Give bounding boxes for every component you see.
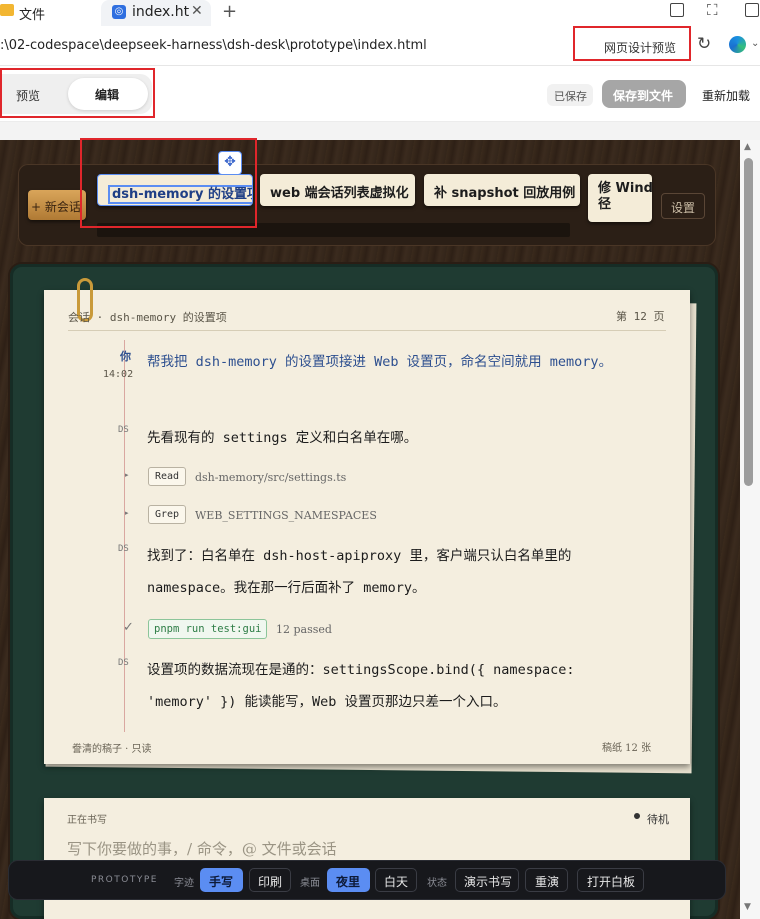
fullscreen-icon[interactable]: ⛶ [707, 1, 718, 19]
session-tab[interactable]: web 端会话列表虚拟化 [260, 174, 415, 206]
chevron-down-icon[interactable]: ⌄ [751, 38, 759, 49]
tool-read-arg: dsh-memory/src/settings.ts [195, 471, 347, 484]
session-tab[interactable]: 修 Windo 径 [588, 174, 652, 222]
save-to-file-label: 保存到文件 [613, 89, 674, 103]
folder-icon [0, 4, 14, 16]
header-rule [68, 330, 666, 331]
button-label: 打开白板 [587, 875, 636, 889]
author-ds: DS [118, 658, 129, 668]
new-tab-icon[interactable]: + [222, 1, 237, 22]
button-label: 重演 [535, 875, 560, 889]
session-tab-label: 修 Windo 径 [598, 181, 652, 212]
desk-option-night[interactable]: 夜里 [327, 868, 370, 892]
status-dot-icon [634, 813, 640, 819]
state-label: 状态 [427, 878, 447, 889]
new-session-label: + 新会话 [31, 200, 81, 214]
page-header-title: 会话 · dsh-memory 的设置项 [68, 311, 227, 324]
annotation-box [0, 68, 155, 118]
option-label: 手写 [209, 875, 234, 889]
option-label: 白天 [384, 875, 409, 889]
settings-label: 设置 [671, 201, 696, 215]
check-icon: ✓ [123, 620, 134, 635]
session-tab[interactable]: 补 snapshot 回放用例 [424, 174, 580, 206]
split-view-icon[interactable] [670, 3, 684, 17]
tool-grep-chip: Grep [148, 505, 187, 524]
chevron-right-icon[interactable]: ▸ [125, 471, 129, 479]
sidebar-toggle-icon[interactable] [745, 3, 759, 17]
page-number: 第 12 页 [616, 310, 665, 323]
assistant-message: 找到了：白名单在 dsh-host-apiproxy 里，客户端只认白名单里的 … [147, 548, 572, 596]
session-tab-label: 补 snapshot 回放用例 [434, 186, 576, 201]
demo-writing-button[interactable]: 演示书写 [455, 868, 519, 892]
edge-icon[interactable] [729, 36, 746, 53]
author-ds: DS [118, 425, 129, 435]
page-scrollbar[interactable]: ▲ ▼ [740, 140, 760, 919]
browser-tab-files[interactable]: 文件 [19, 4, 45, 23]
browser-tab-bar: 文件 ◎ index.ht ✕ + ⛶ [0, 0, 760, 26]
desk-label: 桌面 [300, 878, 320, 889]
browser-tab-title: index.ht [132, 4, 190, 20]
annotation-box [573, 26, 691, 61]
address-field[interactable]: :\02-codespace\deepseek-harness\dsh-desk… [0, 38, 427, 53]
option-label: 印刷 [258, 875, 283, 889]
save-to-file-button[interactable]: 保存到文件 [602, 80, 686, 108]
assistant-message: 设置项的数据流现在是通的：settingsScope.bind({ namesp… [147, 662, 575, 710]
desk-option-day[interactable]: 白天 [375, 868, 417, 892]
tool-read-chip: Read [148, 467, 187, 486]
open-whiteboard-button[interactable]: 打开白板 [577, 868, 644, 892]
tool-grep-arg: WEB_SETTINGS_NAMESPACES [195, 509, 377, 522]
test-command-chip: pnpm run test:gui [148, 619, 268, 639]
saved-status-badge: 已保存 [547, 84, 593, 106]
scrollbar-thumb[interactable] [744, 158, 753, 486]
page-icon: ◎ [112, 5, 126, 19]
reload-icon[interactable]: ↻ [697, 34, 711, 54]
composer-input[interactable]: 写下你要做的事，/ 命令，@ 文件或会话 [67, 838, 647, 859]
scroll-up-icon[interactable]: ▲ [744, 142, 751, 152]
settings-button[interactable]: 设置 [661, 193, 705, 219]
session-tab-label: web 端会话列表虚拟化 [270, 186, 409, 201]
page-footer-right: 稿纸 12 张 [602, 743, 652, 754]
replay-button[interactable]: 重演 [525, 868, 568, 892]
button-label: 演示书写 [464, 875, 513, 889]
new-session-button[interactable]: + 新会话 [28, 190, 86, 220]
user-message: 帮我把 dsh-memory 的设置项接进 Web 设置页，命名空间就用 mem… [147, 354, 613, 370]
chevron-right-icon[interactable]: ▸ [125, 509, 129, 517]
composer-label: 正在书写 [67, 815, 107, 826]
browser-tab-active[interactable]: ◎ index.ht ✕ [101, 0, 211, 26]
handwriting-label: 字迹 [174, 878, 194, 889]
annotation-box [80, 138, 257, 228]
prototype-bar: PROTOTYPE 字迹 手写 印刷 桌面 夜里 白天 状态 演示书写 重演 打… [8, 860, 726, 900]
reload-button[interactable]: 重新加载 [702, 87, 750, 104]
option-label: 夜里 [336, 875, 361, 889]
margin-line [124, 340, 125, 732]
assistant-message: 先看现有的 settings 定义和白名单在哪。 [147, 430, 418, 446]
saved-status-text: 已保存 [554, 90, 587, 103]
author-ds: DS [118, 544, 129, 554]
handwriting-option-hand[interactable]: 手写 [200, 868, 243, 892]
author-user: 你 [120, 350, 131, 363]
page-footer-left: 誊清的稿子 · 只读 [72, 744, 152, 755]
composer-status: 待机 [647, 813, 669, 826]
close-tab-icon[interactable]: ✕ [191, 3, 203, 19]
prototype-brand: PROTOTYPE [91, 875, 158, 885]
scroll-down-icon[interactable]: ▼ [744, 902, 751, 912]
test-result: 12 passed [276, 623, 332, 636]
message-time: 14:02 [103, 369, 134, 380]
handwriting-option-print[interactable]: 印刷 [249, 868, 291, 892]
